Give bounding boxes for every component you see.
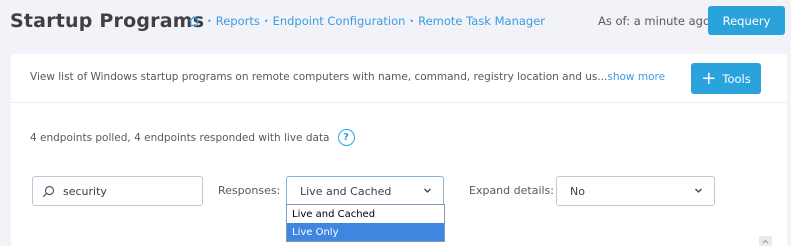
responses-selected-value: Live and Cached — [300, 184, 392, 198]
page-title: Startup Programs — [10, 10, 205, 32]
breadcrumb-separator: • — [207, 16, 212, 26]
expand-details-label: Expand details: — [469, 184, 554, 197]
search-field[interactable] — [32, 176, 203, 206]
chevron-down-icon — [424, 188, 431, 193]
breadcrumb-remote-task-manager[interactable]: Remote Task Manager — [418, 14, 545, 28]
as-of-timestamp: As of: a minute ago — [598, 14, 711, 28]
help-circle-icon[interactable]: ? — [337, 129, 355, 146]
expand-details-select[interactable]: No — [556, 176, 715, 206]
plus-icon: + — [701, 67, 717, 89]
main-panel: View list of Windows startup programs on… — [11, 54, 787, 246]
chevron-up-icon — [762, 239, 769, 243]
breadcrumb-endpoint-configuration[interactable]: Endpoint Configuration — [273, 14, 406, 28]
page-header: Startup Programs • Reports • Endpoint Co… — [0, 0, 791, 44]
polled-text: 4 endpoints polled, 4 endpoints responde… — [30, 131, 330, 144]
chevron-down-icon — [695, 188, 702, 193]
requery-button[interactable]: Requery — [708, 6, 785, 35]
show-more-link[interactable]: show more — [607, 71, 665, 83]
responses-label: Responses: — [218, 184, 281, 197]
breadcrumb: • Reports • Endpoint Configuration • Rem… — [188, 14, 545, 28]
tools-button[interactable]: + Tools — [691, 63, 761, 94]
breadcrumb-reports[interactable]: Reports — [216, 14, 260, 28]
dropdown-option-live-only[interactable]: Live Only — [287, 223, 444, 241]
responses-select[interactable]: Live and Cached — [286, 176, 444, 206]
search-input[interactable] — [63, 184, 193, 198]
responses-dropdown-list: Live and Cached Live Only — [286, 204, 445, 242]
report-description: View list of Windows startup programs on… — [30, 71, 665, 83]
home-icon[interactable] — [188, 15, 200, 27]
description-text: View list of Windows startup programs on… — [30, 71, 608, 83]
tools-label: Tools — [722, 71, 751, 86]
polled-status: 4 endpoints polled, 4 endpoints responde… — [30, 129, 355, 146]
search-icon — [42, 185, 55, 197]
panel-description-bar: View list of Windows startup programs on… — [11, 54, 787, 103]
breadcrumb-separator: • — [409, 16, 415, 26]
scroll-to-top-button[interactable] — [759, 236, 772, 246]
dropdown-option-live-and-cached[interactable]: Live and Cached — [287, 205, 444, 223]
expand-details-value: No — [570, 184, 585, 198]
breadcrumb-separator: • — [263, 16, 269, 26]
